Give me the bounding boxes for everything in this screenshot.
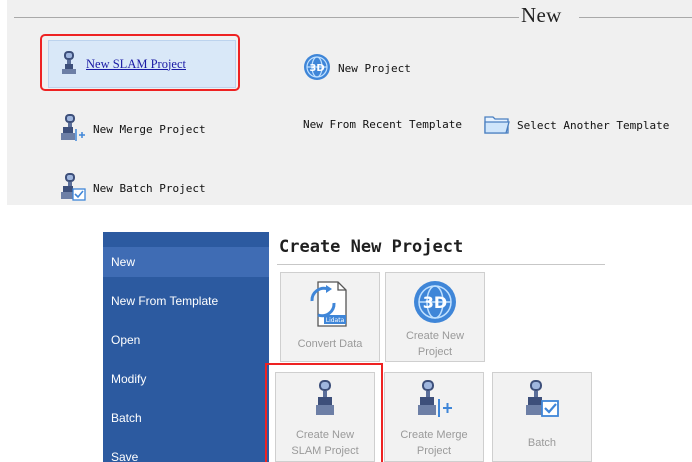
header-divider-left	[14, 17, 519, 18]
new-merge-project-option[interactable]: New Merge Project	[60, 113, 206, 146]
slam-device-icon	[59, 50, 79, 79]
svg-text:Lidata: Lidata	[326, 317, 345, 324]
convert-data-icon: Lidata	[308, 279, 352, 334]
content-divider	[277, 264, 605, 265]
create-new-project-tile[interactable]: 3D Create New Project	[385, 272, 485, 362]
create-new-slam-project-tile[interactable]: Create New SLAM Project	[275, 372, 375, 462]
create-slam-project-label-line2: SLAM Project	[291, 445, 359, 457]
create-slam-project-label-line1: Create New	[295, 429, 355, 441]
convert-data-label: Convert Data	[297, 338, 363, 350]
new-from-recent-template-option[interactable]: New From Recent Template	[303, 118, 462, 131]
create-new-project-label-line2: Project	[417, 346, 453, 358]
new-batch-project-option[interactable]: New Batch Project	[60, 172, 206, 205]
create-merge-project-tile[interactable]: Create Merge Project	[384, 372, 484, 462]
create-new-project-label-line1: Create New	[405, 330, 465, 342]
new-merge-project-label: New Merge Project	[93, 123, 206, 136]
create-merge-project-label-line2: Project	[416, 445, 452, 457]
sidebar-item-open[interactable]: Open	[111, 333, 140, 347]
backstage-sidebar: New New From Template Open Modify Batch …	[103, 232, 269, 462]
content-title: Create New Project	[279, 237, 464, 257]
sidebar-item-batch[interactable]: Batch	[111, 411, 142, 425]
globe-3d-icon: 3D	[303, 53, 331, 84]
convert-data-tile[interactable]: Lidata Convert Data	[280, 272, 380, 362]
svg-text:3D: 3D	[423, 293, 447, 312]
new-project-option[interactable]: 3D New Project	[303, 53, 411, 84]
sidebar-item-modify[interactable]: Modify	[111, 372, 146, 386]
batch-label: Batch	[527, 437, 557, 449]
header-divider-right	[579, 17, 692, 18]
new-slam-project-option[interactable]: New SLAM Project	[48, 40, 236, 88]
new-from-recent-template-label: New From Recent Template	[303, 118, 462, 131]
select-another-template-label: Select Another Template	[517, 119, 670, 132]
new-project-label: New Project	[338, 62, 411, 75]
merge-device-icon	[414, 379, 454, 428]
sidebar-item-save[interactable]: Save	[111, 450, 138, 462]
new-batch-project-label: New Batch Project	[93, 182, 206, 195]
batch-device-icon	[522, 379, 562, 428]
slam-device-icon	[310, 379, 340, 428]
batch-tile[interactable]: Batch	[492, 372, 592, 462]
folder-icon	[484, 113, 510, 138]
panel-title: New	[521, 3, 562, 27]
svg-text:3D: 3D	[309, 63, 324, 74]
sidebar-item-new[interactable]: New	[111, 255, 135, 269]
merge-device-icon	[60, 113, 86, 146]
globe-3d-icon: 3D	[412, 279, 458, 330]
new-slam-project-label: New SLAM Project	[86, 56, 186, 71]
sidebar-item-new-from-template[interactable]: New From Template	[111, 294, 218, 308]
batch-device-icon	[60, 172, 86, 205]
select-another-template-option[interactable]: Select Another Template	[484, 113, 669, 138]
create-merge-project-label-line1: Create Merge	[400, 429, 468, 441]
